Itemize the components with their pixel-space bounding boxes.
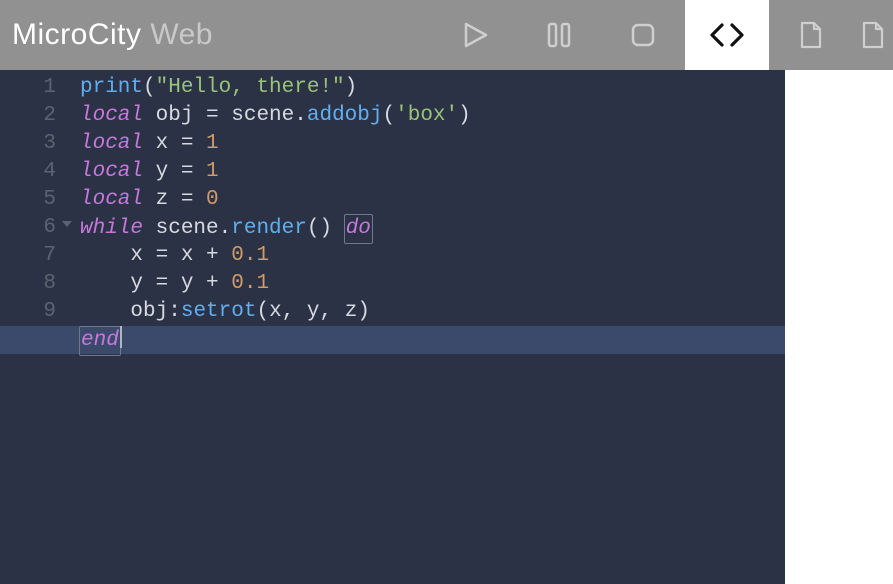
code-line[interactable]: obj:setrot(x, y, z) xyxy=(80,298,785,326)
fold-marker[interactable] xyxy=(62,221,72,227)
line-number: 2 xyxy=(0,102,62,130)
title-sub: Web xyxy=(150,18,213,51)
code-line[interactable]: x = x + 0.1 xyxy=(80,242,785,270)
code-line[interactable]: local x = 1 xyxy=(80,130,785,158)
stop-icon xyxy=(629,21,657,49)
code-line[interactable]: local z = 0 xyxy=(80,186,785,214)
play-button[interactable] xyxy=(433,0,517,70)
line-number: 6 xyxy=(0,214,62,242)
code-line[interactable]: y = y + 0.1 xyxy=(80,270,785,298)
stop-button[interactable] xyxy=(601,0,685,70)
code-line[interactable]: local obj = scene.addobj('box') xyxy=(80,102,785,130)
code-editor[interactable]: 12345678910 print("Hello, there!")local … xyxy=(0,70,785,584)
code-line[interactable]: print("Hello, there!") xyxy=(80,74,785,102)
line-number: 8 xyxy=(0,270,62,298)
bracket-highlight: do xyxy=(344,214,373,244)
file-icon xyxy=(798,20,824,50)
file-tab[interactable] xyxy=(769,0,853,70)
toolbar-icons xyxy=(433,0,893,70)
line-number: 5 xyxy=(0,186,62,214)
code-line[interactable]: end xyxy=(0,326,785,354)
preview-panel xyxy=(785,70,893,584)
title-main: MicroCity xyxy=(12,18,142,51)
line-number: 9 xyxy=(0,298,62,326)
new-file-button[interactable] xyxy=(853,0,893,70)
app-title: MicroCity Web xyxy=(12,18,213,52)
bracket-highlight: end xyxy=(79,326,121,356)
workspace: 12345678910 print("Hello, there!")local … xyxy=(0,70,893,584)
line-number: 3 xyxy=(0,130,62,158)
line-number: 4 xyxy=(0,158,62,186)
play-icon xyxy=(460,20,490,50)
line-number: 1 xyxy=(0,74,62,102)
text-cursor xyxy=(120,326,122,348)
line-number-gutter: 12345678910 xyxy=(0,74,62,354)
code-icon xyxy=(709,20,745,50)
pause-icon xyxy=(545,20,573,50)
code-line[interactable]: while scene.render() do xyxy=(80,214,785,242)
new-file-icon xyxy=(860,20,886,50)
toolbar: MicroCity Web xyxy=(0,0,893,70)
code-area[interactable]: print("Hello, there!")local obj = scene.… xyxy=(80,74,785,354)
pause-button[interactable] xyxy=(517,0,601,70)
code-line[interactable]: local y = 1 xyxy=(80,158,785,186)
code-tab[interactable] xyxy=(685,0,769,70)
line-number: 7 xyxy=(0,242,62,270)
